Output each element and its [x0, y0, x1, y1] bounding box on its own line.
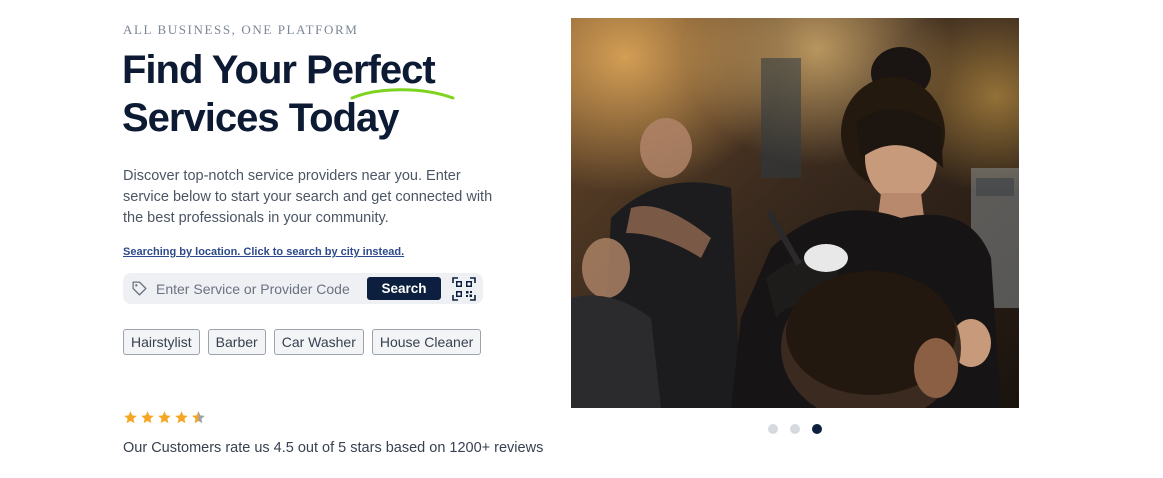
eyebrow-tagline: ALL BUSINESS, ONE PLATFORM — [123, 22, 359, 37]
star-rating — [123, 410, 206, 425]
hero-description: Discover top-notch service providers nea… — [123, 168, 493, 226]
category-chip-car-washer[interactable]: Car Washer — [273, 329, 364, 355]
category-chip-barber[interactable]: Barber — [207, 329, 266, 355]
star-icon — [175, 411, 188, 424]
tag-icon — [132, 281, 147, 296]
rating-summary: Our Customers rate us 4.5 out of 5 stars… — [123, 440, 544, 456]
headline-underline-decoration — [350, 88, 455, 100]
search-bar: Search — [123, 273, 483, 304]
carousel-dot-3[interactable] — [812, 424, 822, 434]
star-icon — [141, 411, 154, 424]
category-chip-hairstylist[interactable]: Hairstylist — [123, 329, 200, 355]
category-chip-house-cleaner[interactable]: House Cleaner — [371, 329, 482, 355]
search-by-city-link[interactable]: Searching by location. Click to search b… — [123, 246, 404, 258]
carousel-dot-1[interactable] — [768, 424, 778, 434]
barber-photo-illustration — [571, 18, 1019, 408]
half-star-icon — [192, 411, 205, 424]
carousel-indicators — [768, 424, 822, 434]
star-icon — [124, 411, 137, 424]
barber-photo — [571, 18, 1019, 408]
category-chips: Hairstylist Barber Car Washer House Clea… — [123, 329, 482, 355]
search-button[interactable]: Search — [367, 277, 441, 300]
star-icon — [158, 411, 171, 424]
carousel-dot-2[interactable] — [790, 424, 800, 434]
qr-code-icon[interactable] — [451, 276, 477, 302]
service-search-input[interactable] — [156, 278, 356, 299]
